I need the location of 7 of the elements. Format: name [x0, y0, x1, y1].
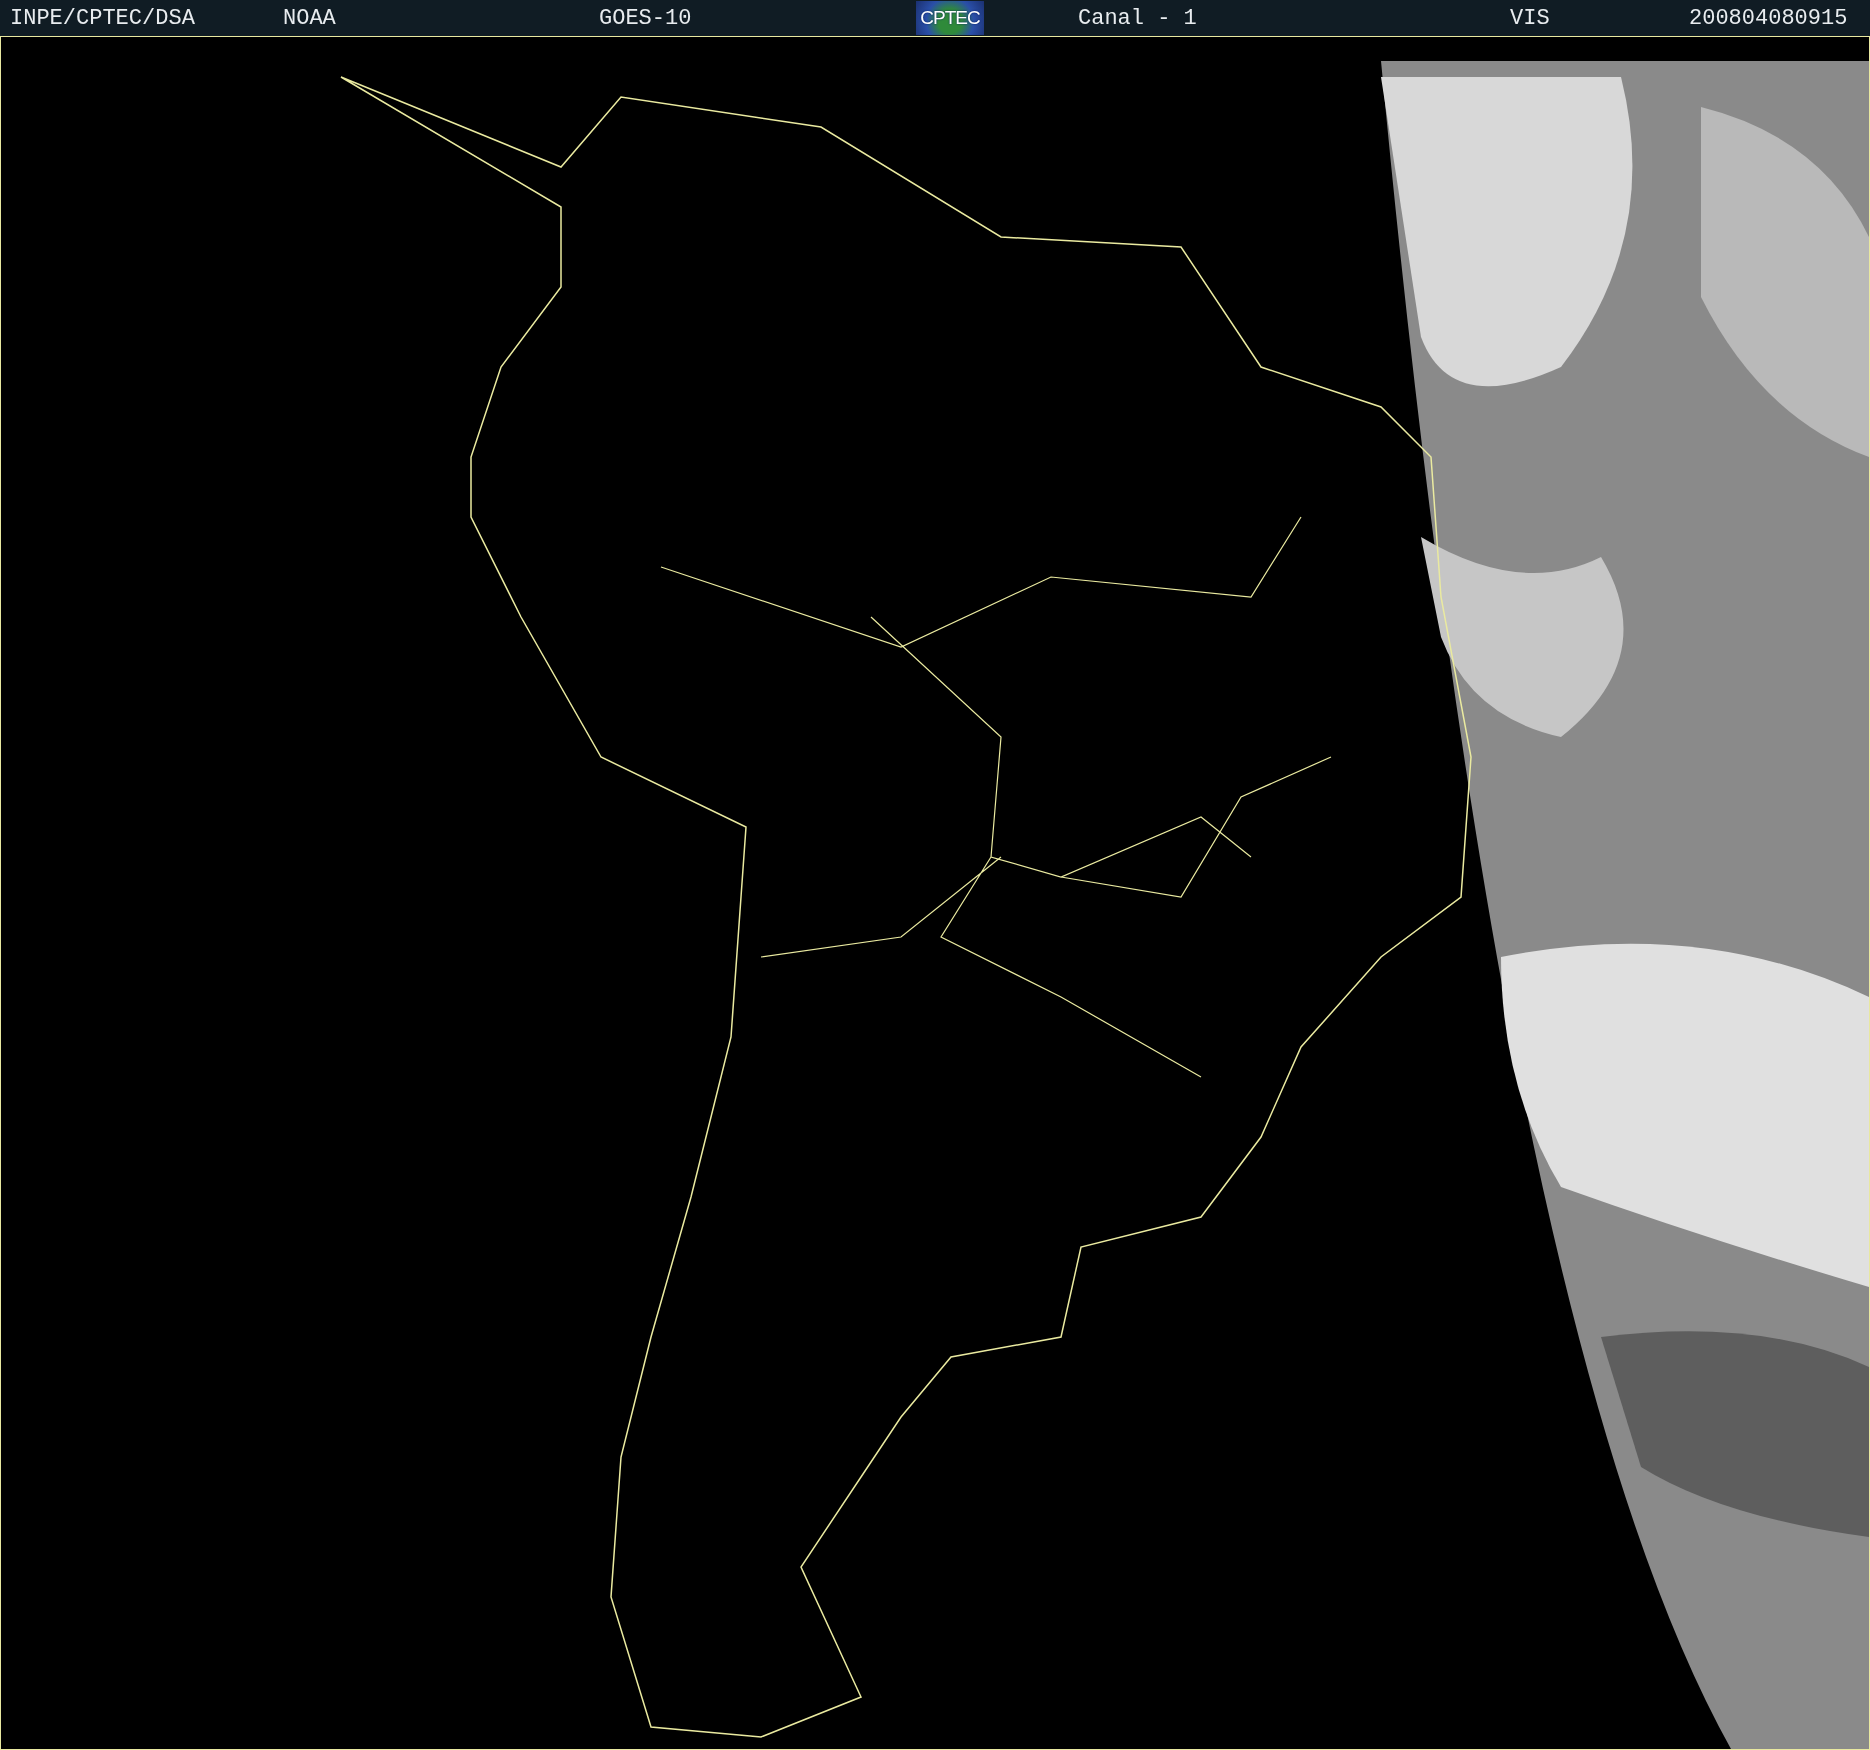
header-label: 200804080915 — [1689, 5, 1848, 31]
header-label: VIS — [1510, 5, 1550, 31]
header-label: INPE/CPTEC/DSA — [10, 5, 195, 31]
header-label: NOAA — [283, 5, 336, 31]
header-label: GOES-10 — [599, 5, 692, 31]
header-label: Canal - 1 — [1078, 5, 1197, 31]
logo: CPTEC — [916, 1, 984, 35]
